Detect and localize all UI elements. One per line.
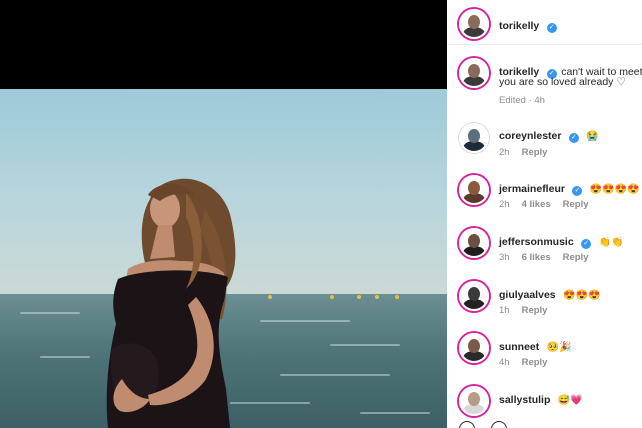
verified-badge-icon: ✓ xyxy=(581,239,592,249)
comment-username[interactable]: jermainefleur xyxy=(499,183,565,195)
comment-meta: 2h Reply xyxy=(499,147,547,158)
header-divider xyxy=(447,44,642,45)
post-media[interactable] xyxy=(0,0,447,428)
comment-meta: 1h Reply xyxy=(499,305,547,316)
comments-panel: torikelly ✓ torikelly ✓ can't wait to me… xyxy=(447,0,642,428)
comment-row: jermainefleur ✓ 😍😍😍😍 xyxy=(499,179,640,197)
comment-username[interactable]: sunneet xyxy=(499,341,539,353)
comment-meta: 3h 6 likes Reply xyxy=(499,252,589,263)
comment-meta: 4h Reply xyxy=(499,357,547,368)
post-photo[interactable] xyxy=(0,89,447,428)
comment-time: 2h xyxy=(499,199,510,210)
comment-username[interactable]: coreynlester xyxy=(499,130,561,142)
comment-row: sunneet 🥺🎉 xyxy=(499,337,572,355)
caption-text-2: you are so loved already ♡ xyxy=(499,76,626,88)
caption-meta: Edited · 4h xyxy=(499,95,545,106)
comment-username[interactable]: sallystulip xyxy=(499,394,550,406)
comment-text: 😅💗 xyxy=(557,395,583,406)
reply-button[interactable]: Reply xyxy=(563,252,589,263)
caption-avatar[interactable] xyxy=(459,58,489,88)
verified-badge-icon: ✓ xyxy=(572,186,583,196)
comment-time: 3h xyxy=(499,252,510,263)
reply-button[interactable]: Reply xyxy=(563,199,589,210)
comment-avatar[interactable] xyxy=(459,123,489,153)
comment-text: 👏👏 xyxy=(598,237,624,248)
comment-row: jeffersonmusic ✓ 👏👏 xyxy=(499,232,624,250)
header-username-row: torikelly ✓ xyxy=(499,16,557,34)
comment-time: 1h xyxy=(499,305,510,316)
comment-text: 🥺🎉 xyxy=(546,342,572,353)
reply-button[interactable]: Reply xyxy=(522,147,548,158)
comment-username[interactable]: jeffersonmusic xyxy=(499,236,574,248)
verified-badge-icon: ✓ xyxy=(546,23,557,33)
comment-avatar[interactable] xyxy=(459,333,489,363)
comment-meta: 2h 4 likes Reply xyxy=(499,199,589,210)
comment-text: 😍😍😍 xyxy=(563,290,601,301)
comment-avatar[interactable] xyxy=(459,175,489,205)
comment-likes[interactable]: 6 likes xyxy=(522,252,551,263)
verified-badge-icon: ✓ xyxy=(568,133,579,143)
comment-row: giulyaalves 😍😍😍 xyxy=(499,285,600,303)
comment-row: sallystulip 😅💗 xyxy=(499,390,583,408)
comment-username[interactable]: giulyaalves xyxy=(499,289,556,301)
comment-avatar[interactable] xyxy=(459,281,489,311)
woman-figure xyxy=(106,178,236,428)
comment-row: coreynlester ✓ 😭 xyxy=(499,126,599,144)
reply-button[interactable]: Reply xyxy=(522,305,548,316)
comment-avatar[interactable] xyxy=(459,386,489,416)
comment-time: 4h xyxy=(499,357,510,368)
comment-time: 2h xyxy=(499,147,510,158)
comment-text: 😭 xyxy=(586,131,599,142)
comment-text: 😍😍😍😍 xyxy=(589,184,640,195)
header-avatar[interactable] xyxy=(459,9,489,39)
comment-likes[interactable]: 4 likes xyxy=(522,199,551,210)
reply-button[interactable]: Reply xyxy=(522,357,548,368)
action-bar xyxy=(447,420,642,428)
comment-avatar[interactable] xyxy=(459,228,489,258)
header-username[interactable]: torikelly xyxy=(499,20,539,32)
